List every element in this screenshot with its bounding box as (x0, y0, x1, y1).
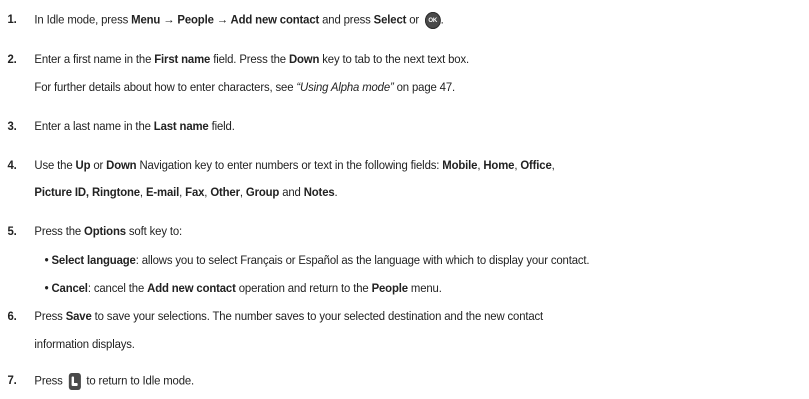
step-number: 2. (7, 52, 17, 66)
step-text: Press Save to save your selections. The … (34, 309, 544, 323)
instruction-page: 1. In Idle mode, press Menu → People → A… (0, 0, 809, 399)
step-text: Use the Up or Down Navigation key to ent… (34, 158, 555, 172)
step-text: Press the Options soft key to: (34, 224, 183, 238)
step-text: Enter a first name in the First name fie… (34, 52, 470, 66)
ok-key-icon: OK (424, 12, 441, 29)
bullet-text: • Cancel: cancel the Add new contact ope… (44, 281, 442, 295)
step-text: Picture ID, Ringtone, E-mail, Fax, Other… (34, 185, 338, 199)
step-number: 7. (7, 373, 17, 387)
note-text: For further details about how to enter c… (34, 80, 456, 94)
step-text: information displays. (34, 337, 135, 351)
cross-reference-link[interactable]: “Using Alpha mode” (296, 80, 393, 94)
step-number: 5. (7, 224, 17, 238)
step-text: Press to return to Idle mode. (34, 373, 194, 390)
step-number: 6. (7, 309, 17, 323)
step-text: Enter a last name in the Last name field… (34, 119, 235, 133)
step-number: 3. (7, 119, 17, 133)
step-number: 4. (7, 158, 17, 172)
end-power-key-icon (68, 373, 81, 390)
bullet-text: • Select language: allows you to select … (44, 253, 590, 267)
step-text: In Idle mode, press Menu → People → Add … (34, 12, 444, 29)
step-number: 1. (7, 12, 17, 26)
